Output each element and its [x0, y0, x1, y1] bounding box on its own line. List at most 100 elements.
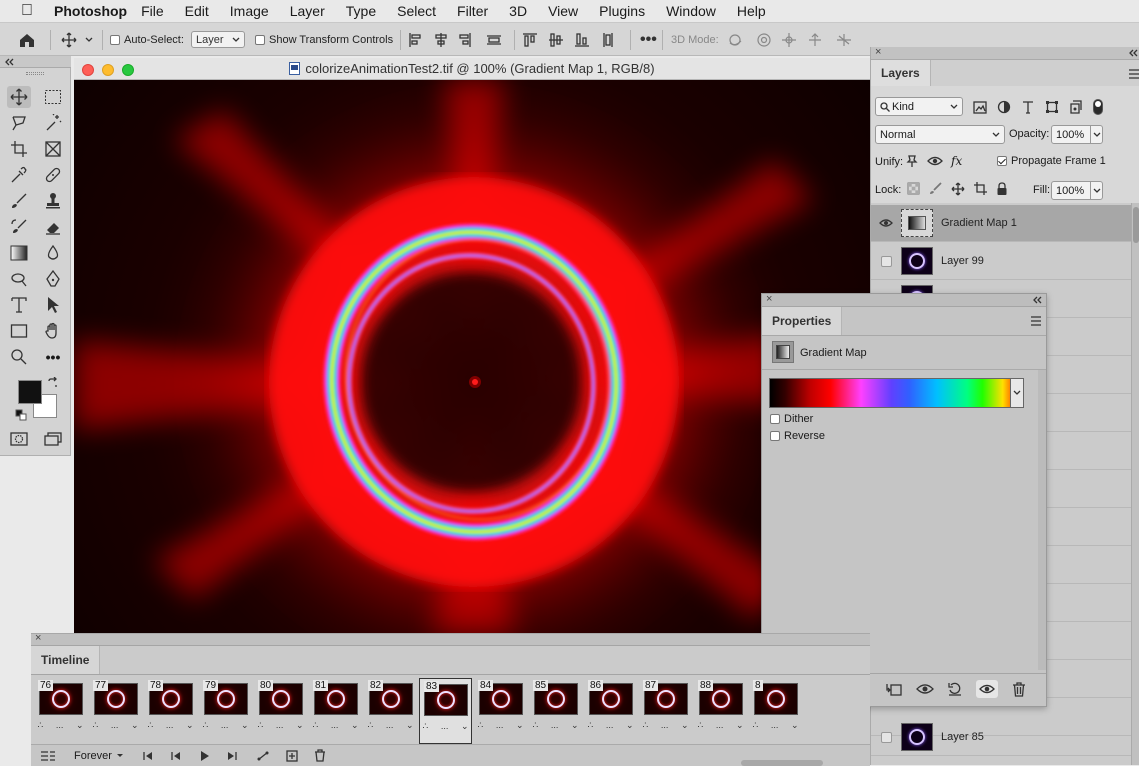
delete-frame-icon[interactable] — [314, 749, 326, 762]
layer-row-gradient-map-1[interactable]: Gradient Map 1 — [871, 205, 1131, 242]
lock-transparent-icon[interactable] — [907, 182, 920, 195]
layer-filter-dropdown[interactable]: Kind — [875, 97, 963, 116]
screen-mode-icon[interactable] — [41, 428, 65, 450]
delete-icon[interactable] — [1012, 681, 1026, 697]
layers-scrollbar[interactable] — [1131, 203, 1139, 765]
shape-filter-icon[interactable] — [1045, 100, 1059, 114]
timeline-frame[interactable]: 80 ∴... ⌄ — [254, 678, 307, 744]
close-panel-icon[interactable]: × — [875, 46, 881, 58]
quick-mask-icon[interactable] — [7, 428, 31, 450]
auto-select-checkbox[interactable] — [110, 34, 120, 45]
layer-row-layer-85[interactable]: Layer 85 — [871, 719, 1131, 756]
pixel-filter-icon[interactable] — [973, 100, 987, 114]
chevron-down-icon[interactable]: ⌄ — [626, 720, 634, 731]
chevron-down-icon[interactable]: ⌄ — [516, 720, 524, 731]
filter-toggle-switch[interactable] — [1093, 99, 1103, 115]
lock-artboard-icon[interactable] — [974, 182, 987, 195]
menu-filter[interactable]: Filter — [457, 3, 488, 19]
frame-delay[interactable]: ... — [111, 720, 119, 731]
frame-delay[interactable]: ... — [386, 720, 394, 731]
close-panel-icon[interactable]: × — [766, 293, 772, 305]
frame-disposal-icon[interactable]: ∴ — [93, 720, 99, 731]
menu-window[interactable]: Window — [666, 3, 716, 19]
blend-mode-dropdown[interactable]: Normal — [875, 125, 1005, 144]
unify-style-icon[interactable]: fx — [951, 154, 962, 168]
timeline-frame[interactable]: 85 ∴... ⌄ — [529, 678, 582, 744]
unify-position-icon[interactable] — [905, 154, 919, 168]
clip-to-layer-icon[interactable] — [886, 682, 902, 696]
frame-disposal-icon[interactable]: ∴ — [258, 720, 264, 731]
chevron-down-icon[interactable]: ⌄ — [461, 721, 469, 732]
menu-edit[interactable]: Edit — [185, 3, 209, 19]
frame-disposal-icon[interactable]: ∴ — [643, 720, 649, 731]
zoom-tool-icon[interactable] — [7, 346, 31, 368]
close-panel-icon[interactable]: × — [35, 632, 41, 644]
close-window-button[interactable] — [82, 64, 94, 76]
layers-panel-header[interactable]: × — [871, 46, 1139, 60]
layer-visibility-toggle[interactable] — [880, 255, 892, 267]
menu-layer[interactable]: Layer — [290, 3, 325, 19]
timeline-frame[interactable]: 82 ∴... ⌄ — [364, 678, 417, 744]
frame-disposal-icon[interactable]: ∴ — [753, 720, 759, 731]
zoom-window-button[interactable] — [122, 64, 134, 76]
chevron-down-icon[interactable]: ⌄ — [681, 720, 689, 731]
frame-disposal-icon[interactable]: ∴ — [38, 720, 44, 731]
frame-disposal-icon[interactable]: ∴ — [368, 720, 374, 731]
scrollbar-thumb[interactable] — [1133, 207, 1139, 243]
timeline-frame[interactable]: 88 ∴... ⌄ — [694, 678, 747, 744]
frame-disposal-icon[interactable]: ∴ — [203, 720, 209, 731]
layer-visibility-eye-icon[interactable] — [871, 218, 901, 228]
frame-tool-icon[interactable] — [41, 138, 65, 160]
frame-delay[interactable]: ... — [606, 720, 614, 731]
layer-row-layer-99[interactable]: Layer 99 — [871, 243, 1131, 280]
collapse-icon[interactable] — [1032, 296, 1042, 304]
canvas-artwork[interactable] — [74, 80, 870, 633]
dodge-tool-icon[interactable] — [7, 268, 31, 290]
frame-delay[interactable]: ... — [496, 720, 504, 731]
duplicate-frame-icon[interactable] — [286, 749, 298, 762]
chevron-down-icon[interactable]: ⌄ — [186, 720, 194, 731]
frame-delay[interactable]: ... — [771, 720, 779, 731]
next-frame-icon[interactable] — [226, 751, 238, 761]
menu-select[interactable]: Select — [397, 3, 436, 19]
chevron-down-icon[interactable]: ⌄ — [351, 720, 359, 731]
magic-wand-tool-icon[interactable] — [41, 112, 65, 134]
frame-delay[interactable]: ... — [551, 720, 559, 731]
swap-colors-icon[interactable] — [47, 376, 59, 392]
chevron-down-icon[interactable]: ⌄ — [571, 720, 579, 731]
chevron-down-icon[interactable]: ⌄ — [736, 720, 744, 731]
chevron-down-icon[interactable]: ⌄ — [296, 720, 304, 731]
reset-adjustment-icon[interactable] — [948, 682, 962, 696]
grip-icon[interactable] — [26, 72, 44, 75]
frame-disposal-icon[interactable]: ∴ — [533, 720, 539, 731]
timeline-frame[interactable]: 8 ∴... ⌄ — [749, 678, 802, 744]
frame-delay[interactable]: ... — [166, 720, 174, 731]
view-previous-state-icon[interactable] — [916, 682, 934, 696]
auto-select-target-dropdown[interactable]: Layer — [191, 31, 245, 48]
frame-delay[interactable]: ... — [276, 720, 284, 731]
type-filter-icon[interactable] — [1021, 100, 1035, 114]
brush-tool-icon[interactable] — [7, 190, 31, 212]
timeline-panel-header[interactable]: × — [31, 632, 870, 646]
timeline-frame[interactable]: 81 ∴... ⌄ — [309, 678, 362, 744]
stamp-tool-icon[interactable] — [41, 190, 65, 212]
timeline-scrollbar-thumb[interactable] — [741, 760, 823, 766]
home-icon[interactable] — [18, 23, 36, 56]
rectangle-tool-icon[interactable] — [7, 320, 31, 342]
timeline-frame[interactable]: 86 ∴... ⌄ — [584, 678, 637, 744]
timeline-frame[interactable]: 77 ∴... ⌄ — [89, 678, 142, 744]
lock-position-icon[interactable] — [951, 182, 965, 196]
type-tool-icon[interactable] — [7, 294, 31, 316]
chevron-down-icon[interactable]: ⌄ — [791, 720, 799, 731]
history-brush-tool-icon[interactable] — [7, 216, 31, 238]
toggle-visibility-button[interactable] — [976, 680, 998, 698]
frame-disposal-icon[interactable]: ∴ — [478, 720, 484, 731]
eyedropper-tool-icon[interactable] — [7, 164, 31, 186]
smart-object-filter-icon[interactable] — [1069, 100, 1083, 114]
properties-scrollbar[interactable] — [1038, 370, 1046, 670]
lock-all-icon[interactable] — [996, 182, 1008, 196]
dither-checkbox[interactable] — [770, 414, 780, 424]
panel-menu-icon[interactable] — [1030, 316, 1042, 326]
panel-menu-icon[interactable] — [1128, 69, 1139, 79]
chevron-down-icon[interactable]: ⌄ — [131, 720, 139, 731]
